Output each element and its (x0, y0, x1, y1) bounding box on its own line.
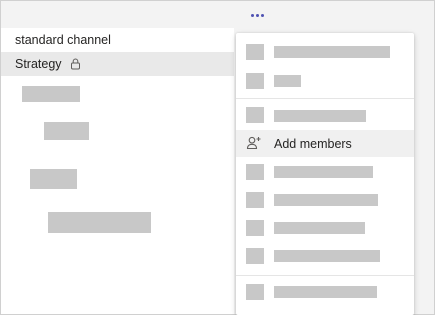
menu-item-redacted[interactable] (236, 103, 414, 129)
redacted-block (48, 212, 151, 233)
menu-icon-placeholder (246, 192, 264, 208)
menu-icon-placeholder (246, 220, 264, 236)
channel-label: standard channel (15, 33, 111, 47)
add-members-label: Add members (274, 136, 352, 151)
menu-label-placeholder (274, 46, 390, 58)
channel-options-menu: Add members (236, 33, 414, 315)
more-options-icon-dot (255, 13, 259, 17)
menu-label-placeholder (274, 110, 366, 122)
redacted-block (30, 169, 77, 189)
menu-item-redacted[interactable] (236, 215, 414, 241)
lock-icon (70, 58, 81, 70)
menu-divider (236, 275, 414, 276)
more-options-icon (250, 13, 254, 17)
menu-icon-placeholder (246, 284, 264, 300)
menu-item-redacted[interactable] (236, 187, 414, 213)
menu-label-placeholder (274, 222, 365, 234)
menu-icon-placeholder (246, 44, 264, 60)
add-members-menu-item[interactable]: Add members (236, 130, 414, 157)
channel-label: Strategy (15, 57, 62, 71)
menu-label-placeholder (274, 286, 377, 298)
menu-icon-placeholder (246, 248, 264, 264)
redacted-block (22, 86, 80, 102)
menu-divider (236, 98, 414, 99)
menu-label-placeholder (274, 250, 380, 262)
menu-item-redacted[interactable] (236, 279, 414, 305)
menu-icon-placeholder (246, 107, 264, 123)
menu-item-redacted[interactable] (236, 159, 414, 185)
add-person-icon (246, 136, 262, 155)
menu-label-placeholder (274, 194, 378, 206)
more-options-button[interactable] (246, 8, 268, 22)
channel-item-strategy[interactable]: Strategy (1, 52, 234, 76)
redacted-block (44, 122, 89, 140)
menu-item-redacted[interactable] (236, 243, 414, 269)
menu-label-placeholder (274, 75, 301, 87)
more-options-icon-dot (260, 13, 264, 17)
menu-label-placeholder (274, 166, 373, 178)
channel-list: standard channel Strategy (1, 28, 234, 314)
menu-icon-placeholder (246, 164, 264, 180)
menu-item-redacted[interactable] (236, 68, 414, 94)
menu-icon-placeholder (246, 73, 264, 89)
menu-item-redacted[interactable] (236, 39, 414, 65)
channel-item-standard[interactable]: standard channel (1, 28, 234, 52)
